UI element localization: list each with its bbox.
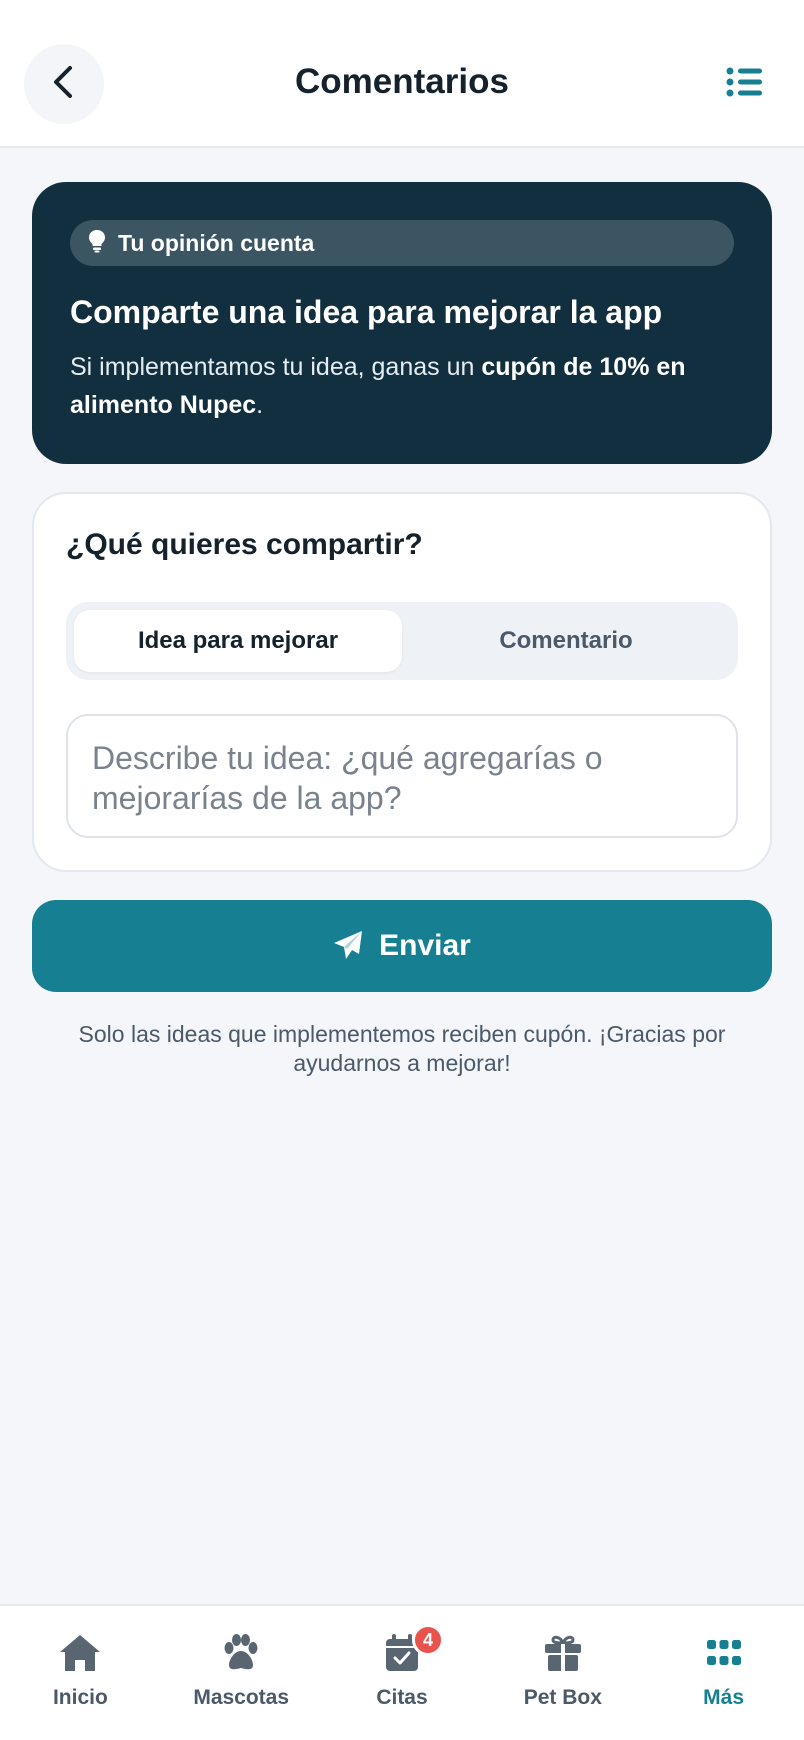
hero-text-after: . [256, 391, 264, 419]
opinion-chip: Tu opinión cuenta [70, 220, 734, 266]
feedback-type-selector: Idea para mejorar Comentario [66, 602, 738, 680]
chip-label: Tu opinión cuenta [118, 229, 315, 256]
nav-label: Más [703, 1686, 745, 1709]
grid-icon [706, 1632, 742, 1674]
nav-item-pet-box[interactable]: Pet Box [482, 1606, 643, 1740]
gift-icon [543, 1632, 583, 1674]
nav-label: Citas [376, 1686, 428, 1709]
calendar-check-icon: 4 [384, 1624, 444, 1674]
nav-item-inicio[interactable]: Inicio [0, 1606, 161, 1740]
app-header: Comentarios [0, 0, 804, 148]
send-button[interactable]: Enviar [32, 900, 772, 992]
form-heading: ¿Qué quieres compartir? [66, 528, 423, 561]
coupon-note: Solo las ideas que implementemos reciben… [78, 1021, 726, 1076]
page-title: Comentarios [295, 62, 509, 101]
citas-badge: 4 [411, 1624, 444, 1656]
hero-description: Si implementamos tu idea, ganas un cupón… [70, 348, 750, 424]
nav-label: Pet Box [523, 1686, 602, 1709]
paw-icon [221, 1632, 261, 1674]
tab-comment[interactable]: Comentario [402, 610, 730, 672]
nav-item-mascotas[interactable]: Mascotas [161, 1606, 322, 1740]
bottom-nav: Inicio Mascotas 4 Citas Pet Box Más [0, 1604, 804, 1740]
idea-textarea[interactable] [66, 714, 738, 838]
menu-button[interactable] [720, 64, 768, 104]
list-icon [726, 67, 762, 102]
nav-item-mas[interactable]: Más [643, 1606, 804, 1740]
send-label: Enviar [379, 929, 471, 962]
hero-title: Comparte una idea para mejorar la app [70, 294, 663, 330]
nav-label: Mascotas [193, 1686, 290, 1709]
nav-label: Inicio [52, 1686, 108, 1709]
paper-plane-icon [333, 930, 363, 963]
tab-idea[interactable]: Idea para mejorar [74, 610, 402, 672]
home-icon [58, 1632, 102, 1674]
lightbulb-icon [88, 229, 106, 258]
nav-item-citas[interactable]: 4 Citas [322, 1606, 483, 1740]
feedback-form-card: ¿Qué quieres compartir? Idea para mejora… [32, 492, 772, 872]
hero-text-before: Si implementamos tu idea, ganas un [70, 353, 482, 381]
hero-card: Tu opinión cuenta Comparte una idea para… [32, 182, 772, 464]
